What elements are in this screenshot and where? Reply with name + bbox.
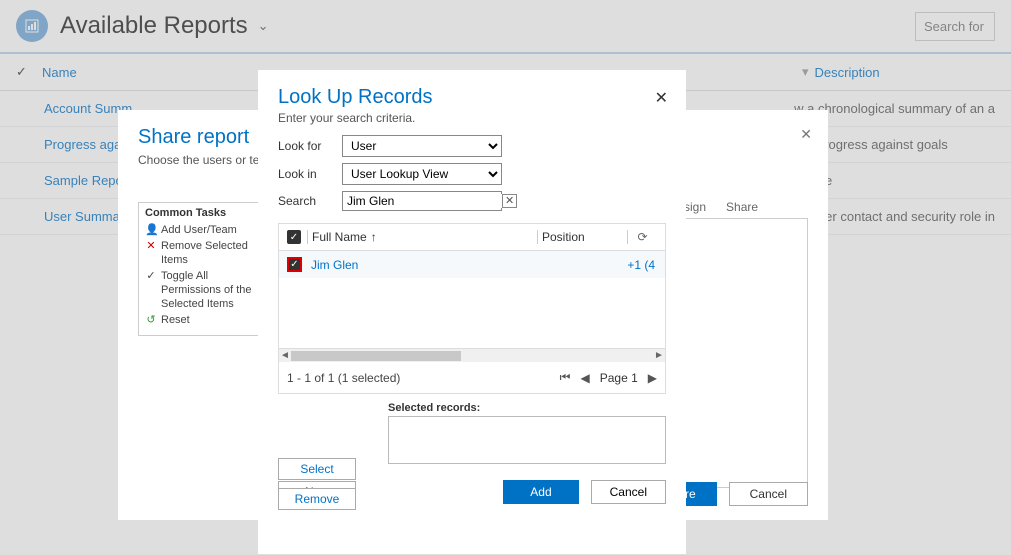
row-checkbox[interactable]: ✓ (287, 257, 302, 272)
cancel-button[interactable]: Cancel (729, 482, 808, 506)
remove-button[interactable]: Remove (278, 488, 356, 510)
lookup-records-dialog: ✕ Look Up Records Enter your search crit… (258, 70, 686, 554)
prev-page-icon[interactable]: ◀ (580, 371, 589, 385)
pager-status: 1 - 1 of 1 (1 selected) (287, 371, 560, 385)
lookin-label: Look in (278, 167, 342, 181)
selected-records-box (388, 416, 666, 464)
share-list (678, 218, 808, 488)
first-page-icon[interactable]: ⏮ (560, 370, 571, 385)
pager: 1 - 1 of 1 (1 selected) ⏮ ◀ Page 1 ▶ (278, 362, 666, 394)
close-icon[interactable]: ✕ (655, 88, 668, 108)
clear-search-icon[interactable]: ✕ (502, 194, 517, 208)
task-remove[interactable]: ✕Remove Selected Items (145, 239, 271, 267)
scroll-left-icon[interactable]: ◄ (279, 350, 291, 361)
select-button[interactable]: Select (278, 458, 356, 480)
column-position[interactable]: Position (537, 230, 627, 244)
lookup-title: Look Up Records (278, 86, 666, 109)
select-all-checkbox[interactable]: ✓ (287, 230, 301, 244)
page-label: Page 1 (600, 371, 638, 385)
sort-asc-icon: ↑ (371, 230, 377, 244)
search-input[interactable] (347, 194, 502, 208)
lookfor-select[interactable]: User (342, 135, 502, 157)
reset-icon: ↺ (145, 313, 157, 327)
lookin-select[interactable]: User Lookup View (342, 163, 502, 185)
grid-row[interactable]: ✓ Jim Glen +1 (4 (279, 251, 665, 278)
refresh-icon[interactable]: ⟳ (627, 230, 657, 244)
results-grid: ✓ Full Name ↑ Position ⟳ ✓ Jim Glen +1 (… (278, 223, 666, 362)
next-page-icon[interactable]: ▶ (648, 371, 657, 385)
remove-icon: ✕ (145, 239, 157, 253)
grid-header: ✓ Full Name ↑ Position ⟳ (279, 224, 665, 251)
task-add-user[interactable]: 👤Add User/Team (145, 223, 271, 237)
row-fullname: Jim Glen (307, 258, 567, 272)
user-add-icon: 👤 (145, 223, 157, 237)
scroll-right-icon[interactable]: ► (653, 350, 665, 361)
column-fullname[interactable]: Full Name ↑ (307, 230, 537, 244)
tasks-title: Common Tasks (145, 207, 271, 219)
scroll-thumb[interactable] (291, 351, 461, 361)
task-toggle[interactable]: ✓Toggle All Permissions of the Selected … (145, 269, 271, 311)
share-columns: ssign Share (678, 200, 808, 218)
common-tasks-box: Common Tasks 👤Add User/Team ✕Remove Sele… (138, 202, 278, 336)
selected-records-label: Selected records: (388, 402, 666, 414)
horizontal-scrollbar[interactable]: ◄ ► (279, 348, 665, 362)
cancel-button[interactable]: Cancel (591, 480, 666, 504)
search-label: Search (278, 194, 342, 208)
task-reset[interactable]: ↺Reset (145, 313, 271, 327)
check-icon: ✓ (145, 269, 157, 283)
lookup-subtitle: Enter your search criteria. (278, 111, 666, 125)
row-phone: +1 (4 (567, 258, 657, 272)
close-icon[interactable]: ✕ (800, 126, 812, 143)
add-button[interactable]: Add (503, 480, 578, 504)
lookfor-label: Look for (278, 139, 342, 153)
